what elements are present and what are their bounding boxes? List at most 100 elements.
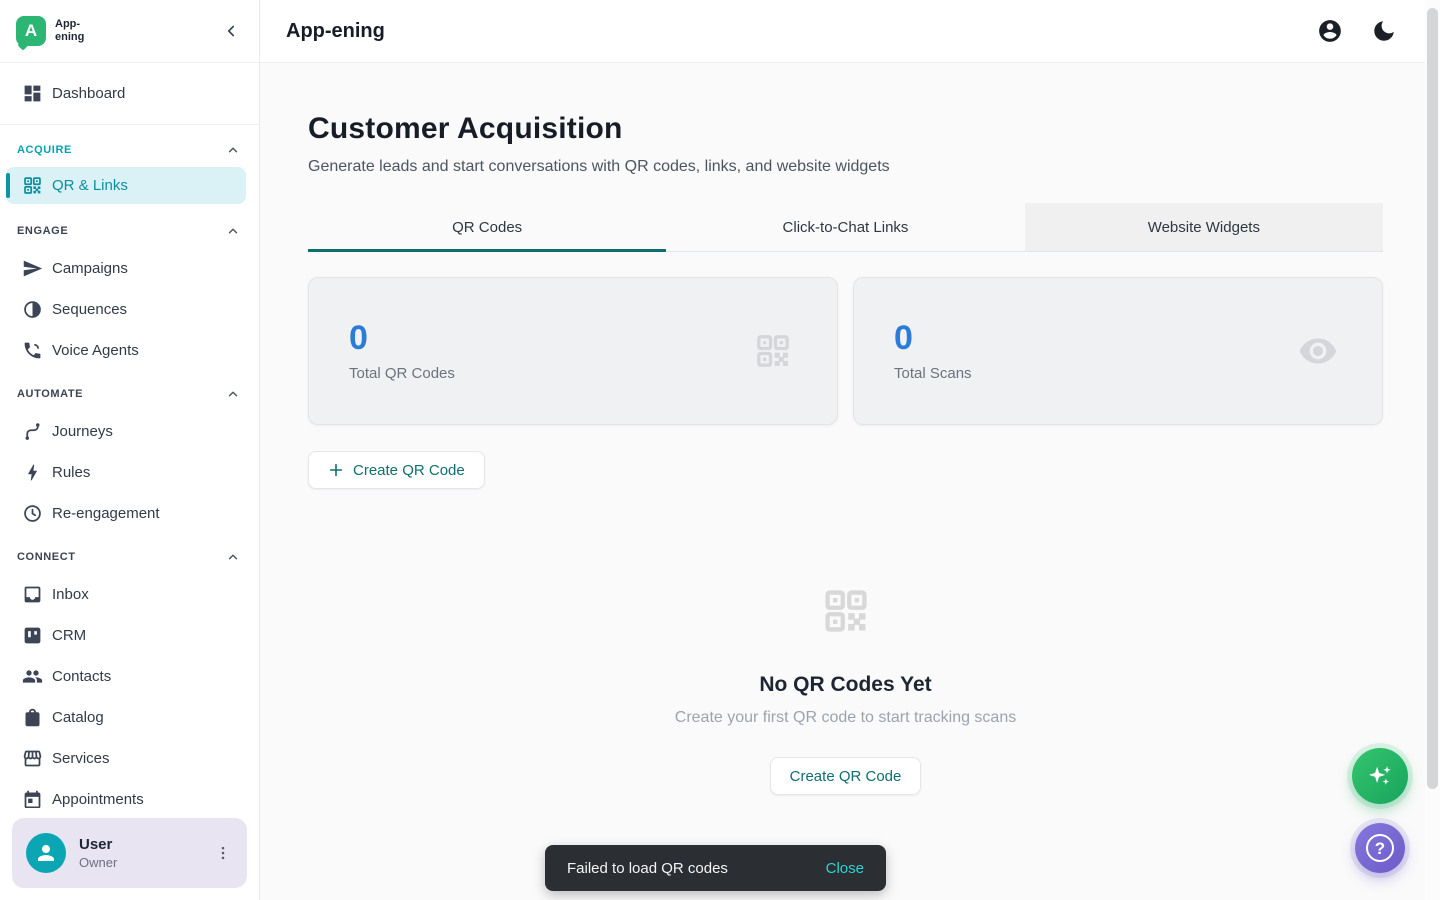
qr-code-icon [820,585,872,637]
stat-label: Total Scans [894,365,972,382]
sidebar-item-label: QR & Links [52,177,128,194]
sidebar-nav: Dashboard ACQUIRE QR & Links ENGAGE Camp… [0,63,259,808]
brand-logo: A [16,16,46,46]
sidebar-item-label: CRM [52,627,86,644]
sidebar-item-label: Rules [52,464,90,481]
sidebar-item-contacts[interactable]: Contacts [0,656,259,697]
dark-mode-toggle[interactable] [1370,17,1398,45]
people-icon [22,666,43,687]
sidebar-item-label: Journeys [52,423,113,440]
calendar-icon [22,789,43,808]
app-window: A App- ening Dashboard ACQUIRE QR & Link… [0,0,1440,900]
section-label: ACQUIRE [17,144,72,156]
sidebar-item-label: Campaigns [52,260,128,277]
sparkles-icon [1366,762,1394,790]
tab-website-widgets[interactable]: Website Widgets [1025,203,1383,251]
brand-name: App- ening [55,18,84,43]
moon-icon [1371,18,1397,44]
toast-message: Failed to load QR codes [567,860,728,877]
toast-close-button[interactable]: Close [826,860,864,877]
person-icon [34,841,58,865]
stat-value: 0 [349,321,455,355]
brand-name-line1: App- [55,18,84,31]
top-bar-actions [1316,17,1398,45]
stat-card-total-scans: 0 Total Scans [853,277,1383,425]
brand-name-line2: ening [55,31,84,44]
account-button[interactable] [1316,17,1344,45]
section-header-connect[interactable]: CONNECT [0,534,259,574]
chevron-up-icon [226,224,240,238]
section-header-engage[interactable]: ENGAGE [0,208,259,248]
route-icon [22,421,43,442]
button-label: Create QR Code [353,462,465,479]
sidebar-item-catalog[interactable]: Catalog [0,697,259,738]
top-bar: App-ening [260,0,1440,63]
clock-icon [22,503,43,524]
tab-bar: QR Codes Click-to-Chat Links Website Wid… [308,203,1383,252]
main-area: App-ening Customer Acquisition Generate … [260,0,1440,900]
sidebar-item-sequences[interactable]: Sequences [0,289,259,330]
dashboard-icon [22,83,43,104]
sidebar-item-qr-links[interactable]: QR & Links [6,167,246,204]
sidebar-item-campaigns[interactable]: Campaigns [0,248,259,289]
tab-label: Click-to-Chat Links [783,219,909,236]
sidebar-item-appointments[interactable]: Appointments [0,779,259,808]
sidebar-item-label: Sequences [52,301,127,318]
section-header-automate[interactable]: AUTOMATE [0,371,259,411]
section-label: CONNECT [17,551,76,563]
empty-create-qr-code-button[interactable]: Create QR Code [770,757,922,795]
help-fab[interactable]: ? [1355,823,1405,873]
storefront-icon [22,748,43,769]
sidebar-item-inbox[interactable]: Inbox [0,574,259,615]
section-header-acquire[interactable]: ACQUIRE [0,125,259,167]
stat-text: 0 Total QR Codes [349,321,455,382]
ai-assistant-fab[interactable] [1352,748,1408,804]
sidebar-header: A App- ening [0,0,259,63]
scrollbar-track [1425,0,1440,900]
tab-qr-codes[interactable]: QR Codes [308,203,666,251]
section-label: ENGAGE [17,225,68,237]
button-label: Create QR Code [790,768,902,785]
sidebar-item-label: Inbox [52,586,89,603]
phone-waves-icon [22,340,43,361]
sidebar-item-label: Contacts [52,668,111,685]
sidebar-item-services[interactable]: Services [0,738,259,779]
sidebar-item-dashboard[interactable]: Dashboard [0,63,259,125]
sidebar-item-label: Re-engagement [52,505,160,522]
chevron-up-icon [226,550,240,564]
chevron-up-icon [226,387,240,401]
sidebar-collapse-button[interactable] [219,19,243,43]
stat-text: 0 Total Scans [894,321,972,382]
section-label: AUTOMATE [17,388,83,400]
sidebar-item-label: Dashboard [52,85,125,102]
sidebar-item-label: Voice Agents [52,342,139,359]
tab-label: QR Codes [452,219,522,236]
create-qr-code-button[interactable]: Create QR Code [308,451,485,489]
scrollbar-thumb[interactable] [1427,8,1438,789]
avatar [26,833,66,873]
empty-state-title: No QR Codes Yet [759,673,931,697]
user-name: User [79,836,117,853]
sidebar-item-crm[interactable]: CRM [0,615,259,656]
qr-code-icon [22,175,43,196]
shopping-bag-icon [22,707,43,728]
stat-label: Total QR Codes [349,365,455,382]
half-circle-icon [22,299,43,320]
user-menu-button[interactable] [213,839,233,867]
sidebar-item-rules[interactable]: Rules [0,452,259,493]
plus-icon [328,462,344,478]
sidebar-item-re-engagement[interactable]: Re-engagement [0,493,259,534]
stat-cards: 0 Total QR Codes 0 Total Scans [308,277,1383,425]
tab-click-to-chat-links[interactable]: Click-to-Chat Links [666,203,1024,251]
user-card[interactable]: User Owner [12,818,247,888]
sidebar-item-journeys[interactable]: Journeys [0,411,259,452]
sidebar-item-voice-agents[interactable]: Voice Agents [0,330,259,371]
empty-state: No QR Codes Yet Create your first QR cod… [308,585,1383,795]
stat-value: 0 [894,321,972,355]
kebab-icon [214,844,232,862]
send-icon [22,258,43,279]
qr-code-icon [753,331,793,371]
tab-label: Website Widgets [1148,219,1260,236]
app-title: App-ening [286,20,385,43]
account-circle-icon [1317,18,1343,44]
